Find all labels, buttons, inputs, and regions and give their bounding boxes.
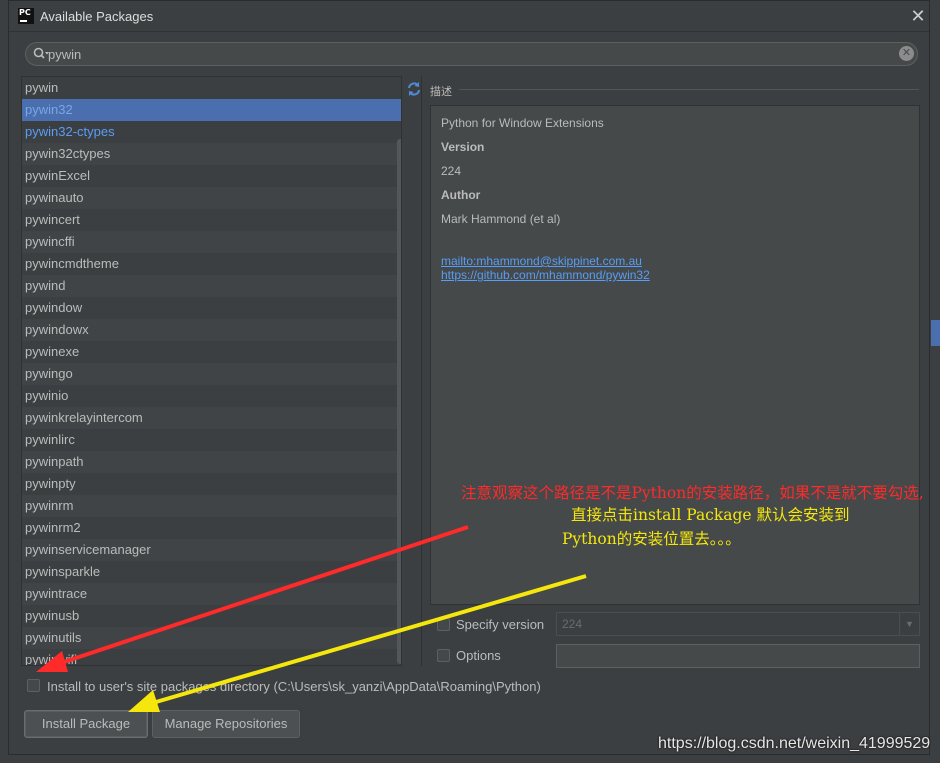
package-list-item[interactable]: pywinusb bbox=[22, 605, 401, 627]
package-list-item[interactable]: pywinservicemanager bbox=[22, 539, 401, 561]
version-select-value: 224 bbox=[562, 617, 583, 631]
background-ide-bottom-edge bbox=[0, 754, 940, 763]
package-list-item[interactable]: pywinio bbox=[22, 385, 401, 407]
manage-repositories-button[interactable]: Manage Repositories bbox=[152, 710, 300, 738]
clear-search-icon[interactable]: ✕ bbox=[899, 46, 914, 61]
version-heading: Version bbox=[441, 140, 485, 154]
package-list-item[interactable]: pywintrace bbox=[22, 583, 401, 605]
red-annotation-text: 注意观察这个路径是不是Python的安装路径，如果不是就不要勾选, bbox=[461, 484, 924, 502]
package-list-item[interactable]: pywinauto bbox=[22, 187, 401, 209]
window-title: Available Packages bbox=[40, 9, 154, 24]
refresh-icon[interactable] bbox=[406, 81, 422, 97]
package-list-item[interactable]: pywind bbox=[22, 275, 401, 297]
package-list-item[interactable]: pywin32ctypes bbox=[22, 143, 401, 165]
package-list-item[interactable]: pywin bbox=[22, 77, 401, 99]
package-list-item[interactable]: pywincffi bbox=[22, 231, 401, 253]
version-select[interactable]: 224 ▼ bbox=[556, 612, 920, 636]
package-list-item[interactable]: pywinrm bbox=[22, 495, 401, 517]
title-bar[interactable]: PC Available Packages ✕ bbox=[9, 1, 929, 32]
search-input[interactable] bbox=[48, 45, 888, 63]
package-list-item[interactable]: pywinsparkle bbox=[22, 561, 401, 583]
options-label: Options bbox=[456, 648, 501, 663]
options-input[interactable] bbox=[556, 644, 920, 668]
package-list-item[interactable]: pywinpath bbox=[22, 451, 401, 473]
watermark: https://blog.csdn.net/weixin_41999529 bbox=[658, 735, 931, 752]
site-packages-checkbox[interactable] bbox=[27, 679, 40, 692]
package-summary: Python for Window Extensions bbox=[441, 116, 604, 130]
package-list-item[interactable]: pywincert bbox=[22, 209, 401, 231]
package-list-item[interactable]: pywincmdtheme bbox=[22, 253, 401, 275]
description-header: 描述 bbox=[430, 86, 452, 98]
repository-link[interactable]: https://github.com/mhammond/pywin32 bbox=[441, 268, 650, 282]
package-list-item[interactable]: pywinutils bbox=[22, 627, 401, 649]
package-list-item[interactable]: pywinexe bbox=[22, 341, 401, 363]
specify-version-label: Specify version bbox=[456, 617, 545, 632]
available-packages-dialog: PC Available Packages ✕ ✕ pywinpywin32py… bbox=[8, 0, 930, 755]
options-checkbox[interactable] bbox=[437, 649, 450, 662]
author-heading: Author bbox=[441, 188, 481, 202]
author-value: Mark Hammond (et al) bbox=[441, 212, 561, 226]
package-list-item[interactable]: pywin32 bbox=[22, 99, 401, 121]
version-value: 224 bbox=[441, 164, 462, 178]
panel-splitter[interactable] bbox=[421, 76, 422, 666]
background-ide-highlight bbox=[931, 320, 940, 346]
package-list-item[interactable]: pywinrm2 bbox=[22, 517, 401, 539]
package-list[interactable]: pywin pywin32 pywin32-ctypes pywin32ctypes p… bbox=[21, 76, 402, 666]
package-list-item[interactable]: pywinkrelayintercom bbox=[22, 407, 401, 429]
chevron-down-icon[interactable]: ▼ bbox=[899, 613, 919, 635]
background-ide-left-edge bbox=[0, 0, 8, 763]
search-icon[interactable] bbox=[33, 47, 49, 61]
package-list-scrollbar[interactable] bbox=[397, 139, 401, 664]
package-list-item[interactable]: pywinpty bbox=[22, 473, 401, 495]
close-button[interactable]: ✕ bbox=[906, 4, 930, 28]
package-list-item[interactable]: pywingo bbox=[22, 363, 401, 385]
mailto-link[interactable]: mailto:mhammond@skippinet.com.au bbox=[441, 254, 642, 268]
yellow-annotation-text: 直接点击install Package 默认会安装到 bbox=[571, 506, 850, 524]
package-list-item[interactable]: pywinExcel bbox=[22, 165, 401, 187]
specify-version-checkbox[interactable] bbox=[437, 618, 450, 631]
package-list-item[interactable]: pywinlirc bbox=[22, 429, 401, 451]
description-header-divider bbox=[459, 89, 919, 90]
package-list-item[interactable]: pywin32-ctypes bbox=[22, 121, 401, 143]
yellow-annotation-text-2: Python的安装位置去。。。 bbox=[562, 530, 741, 548]
package-list-item[interactable]: pywindow bbox=[22, 297, 401, 319]
install-package-button[interactable]: Install Package bbox=[24, 710, 148, 738]
background-ide-right-edge bbox=[929, 0, 940, 763]
site-packages-label: Install to user's site packages director… bbox=[47, 679, 541, 694]
pycharm-logo-icon: PC bbox=[18, 8, 34, 24]
package-list-item[interactable]: pywinwifi bbox=[22, 649, 401, 665]
package-list-item[interactable]: pywindowx bbox=[22, 319, 401, 341]
search-field[interactable]: ✕ bbox=[25, 42, 918, 66]
